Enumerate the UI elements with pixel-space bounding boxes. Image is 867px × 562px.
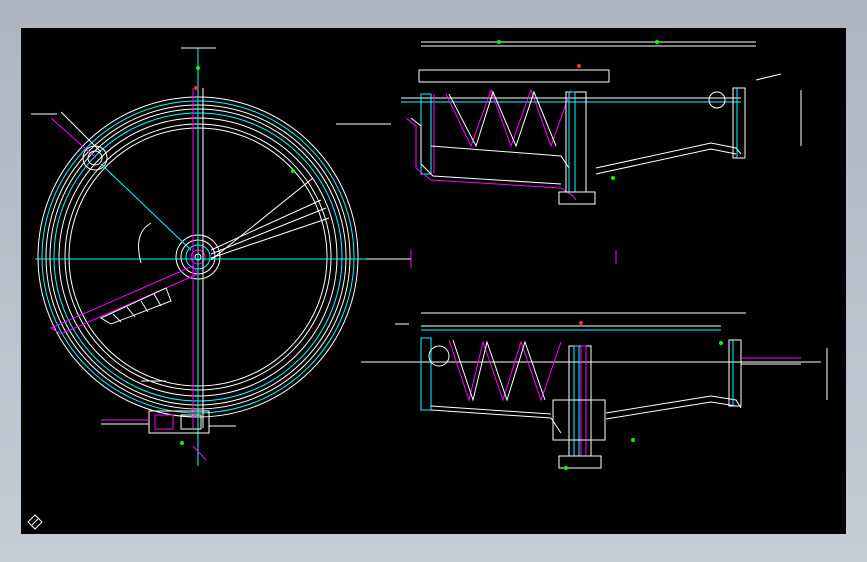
tank-wall xyxy=(728,339,742,407)
marker-dot xyxy=(631,438,635,442)
marker-dot xyxy=(497,40,501,44)
radial-line xyxy=(210,199,322,251)
section-mark xyxy=(192,445,207,461)
marker-dot xyxy=(564,466,568,470)
center-base xyxy=(558,191,596,205)
marker-dot xyxy=(611,176,615,180)
ucs-icon xyxy=(27,514,43,530)
marker-dot xyxy=(180,441,184,445)
bridge-deck xyxy=(418,69,610,83)
marker-dot xyxy=(579,321,583,325)
scraper-truss xyxy=(112,313,122,323)
tank-bottom xyxy=(430,405,552,415)
angle-arc xyxy=(138,222,152,264)
tank-wall xyxy=(420,337,432,411)
launder xyxy=(428,345,450,367)
section-a-view xyxy=(336,40,802,264)
cad-canvas[interactable] xyxy=(21,28,846,534)
section-b-view xyxy=(361,312,828,470)
viewport-frame xyxy=(0,0,867,562)
radial-line xyxy=(100,163,192,251)
tank-wall xyxy=(420,93,432,175)
outlet-box xyxy=(154,414,174,430)
leader xyxy=(755,73,782,81)
marker-dot xyxy=(291,169,295,173)
scraper-arm xyxy=(49,265,199,335)
plan-view xyxy=(31,47,412,466)
scraper-truss xyxy=(126,306,136,318)
truss xyxy=(448,90,557,148)
tank-bottom xyxy=(595,142,742,169)
marker-dot xyxy=(719,341,723,345)
marker-dot xyxy=(194,86,198,90)
truss xyxy=(452,339,546,402)
tank-bottom xyxy=(430,145,570,169)
outlet-box xyxy=(148,410,210,434)
scraper-truss xyxy=(140,300,149,313)
scraper-truss xyxy=(153,293,162,307)
center-column xyxy=(568,91,576,193)
marker-dot xyxy=(655,40,659,44)
marker-dot xyxy=(196,66,200,70)
launder xyxy=(708,91,726,109)
clarifier-drawing xyxy=(31,40,828,470)
truss xyxy=(448,339,562,402)
radial-line xyxy=(210,217,330,259)
marker-dot xyxy=(577,64,581,68)
radial-line xyxy=(210,207,327,255)
tank-bottom xyxy=(605,395,742,414)
tank-bottom xyxy=(605,401,737,420)
